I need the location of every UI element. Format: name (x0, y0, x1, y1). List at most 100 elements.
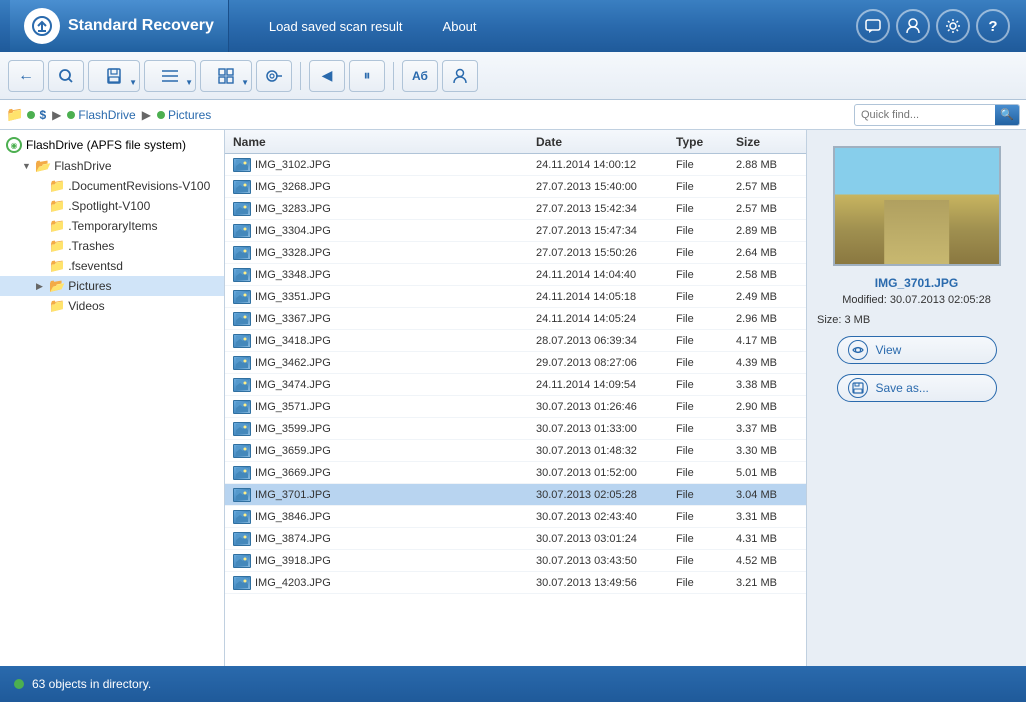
file-type: File (672, 159, 732, 171)
file-size: 2.49 MB (732, 291, 802, 303)
font-button[interactable]: Аб (402, 60, 438, 92)
file-thumbnail (233, 510, 251, 524)
table-row[interactable]: IMG_3474.JPG 24.11.2014 14:09:54 File 3.… (225, 374, 806, 396)
file-thumbnail (233, 312, 251, 326)
person-button[interactable] (442, 60, 478, 92)
tree-item-trashes[interactable]: 📁 .Trashes (0, 236, 224, 256)
table-row[interactable]: IMG_3669.JPG 30.07.2013 01:52:00 File 5.… (225, 462, 806, 484)
header-icons: ? (856, 9, 1016, 43)
file-date: 30.07.2013 13:49:56 (532, 577, 672, 589)
preview-image (833, 146, 1001, 266)
file-type: File (672, 181, 732, 193)
tree-expand-icon: ▶ (36, 281, 46, 292)
user-button[interactable] (896, 9, 930, 43)
list-dropdown-arrow: ▼ (185, 78, 193, 87)
tree-item-pictures[interactable]: ▶ 📂 Pictures (0, 276, 224, 296)
table-row[interactable]: IMG_3462.JPG 29.07.2013 08:27:06 File 4.… (225, 352, 806, 374)
file-name: IMG_3348.JPG (255, 269, 331, 281)
file-type: File (672, 357, 732, 369)
file-size: 2.57 MB (732, 181, 802, 193)
load-scan-link[interactable]: Load saved scan result (249, 0, 423, 52)
file-type: File (672, 225, 732, 237)
file-date: 24.11.2014 14:00:12 (532, 159, 672, 171)
message-button[interactable] (856, 9, 890, 43)
table-row[interactable]: IMG_3846.JPG 30.07.2013 02:43:40 File 3.… (225, 506, 806, 528)
table-row[interactable]: IMG_3102.JPG 24.11.2014 14:00:12 File 2.… (225, 154, 806, 176)
grid-view-button[interactable]: ▼ (200, 60, 252, 92)
table-row[interactable]: IMG_3304.JPG 27.07.2013 15:47:34 File 2.… (225, 220, 806, 242)
breadcrumb-flashdrive[interactable]: FlashDrive (67, 108, 135, 122)
col-header-name: Name (229, 135, 532, 149)
breadcrumb-bar: 📁 $ ▶ FlashDrive ▶ Pictures 🔍 (0, 100, 1026, 130)
prev-button[interactable]: ◀ (309, 60, 345, 92)
save-button[interactable]: ▼ (88, 60, 140, 92)
tree-root-item[interactable]: ◉ FlashDrive (APFS file system) (0, 134, 224, 156)
back-icon: ← (18, 67, 34, 85)
table-row[interactable]: IMG_3348.JPG 24.11.2014 14:04:40 File 2.… (225, 264, 806, 286)
tree-root-label: FlashDrive (APFS file system) (26, 138, 186, 152)
folder-icon: 📂 (49, 278, 65, 294)
file-type: File (672, 533, 732, 545)
help-button[interactable]: ? (976, 9, 1010, 43)
folder-icon: 📁 (49, 218, 65, 234)
table-row[interactable]: IMG_3701.JPG 30.07.2013 02:05:28 File 3.… (225, 484, 806, 506)
table-row[interactable]: IMG_3367.JPG 24.11.2014 14:05:24 File 2.… (225, 308, 806, 330)
file-type: File (672, 401, 732, 413)
settings-button[interactable] (936, 9, 970, 43)
table-row[interactable]: IMG_3418.JPG 28.07.2013 06:39:34 File 4.… (225, 330, 806, 352)
table-row[interactable]: IMG_3351.JPG 24.11.2014 14:05:18 File 2.… (225, 286, 806, 308)
file-thumbnail (233, 488, 251, 502)
file-date: 30.07.2013 03:01:24 (532, 533, 672, 545)
file-type: File (672, 445, 732, 457)
tree-item-fseventsd[interactable]: 📁 .fseventsd (0, 256, 224, 276)
file-date: 30.07.2013 02:05:28 (532, 489, 672, 501)
file-type: File (672, 291, 732, 303)
about-link[interactable]: About (423, 0, 497, 52)
file-size: 3.30 MB (732, 445, 802, 457)
table-row[interactable]: IMG_3659.JPG 30.07.2013 01:48:32 File 3.… (225, 440, 806, 462)
scan-button[interactable] (256, 60, 292, 92)
folder-icon: 📁 (49, 198, 65, 214)
toolbar-separator-2 (393, 62, 394, 90)
tree-folder-flashdrive[interactable]: ▼ 📂 FlashDrive (0, 156, 224, 176)
breadcrumb-pictures[interactable]: Pictures (157, 108, 211, 122)
file-type: File (672, 379, 732, 391)
file-name: IMG_3351.JPG (255, 291, 331, 303)
file-thumbnail (233, 466, 251, 480)
tree-item-spotlight[interactable]: 📁 .Spotlight-V100 (0, 196, 224, 216)
file-size: 2.64 MB (732, 247, 802, 259)
tree-item-docrevisions[interactable]: 📁 .DocumentRevisions-V100 (0, 176, 224, 196)
table-row[interactable]: IMG_4203.JPG 30.07.2013 13:49:56 File 3.… (225, 572, 806, 594)
file-thumbnail (233, 444, 251, 458)
table-row[interactable]: IMG_3918.JPG 30.07.2013 03:43:50 File 4.… (225, 550, 806, 572)
table-row[interactable]: IMG_3283.JPG 27.07.2013 15:42:34 File 2.… (225, 198, 806, 220)
file-date: 30.07.2013 01:52:00 (532, 467, 672, 479)
pause-button[interactable]: ⏸ (349, 60, 385, 92)
list-view-button[interactable]: ▼ (144, 60, 196, 92)
tree-item-tempitems[interactable]: 📁 .TemporaryItems (0, 216, 224, 236)
search-submit-button[interactable]: 🔍 (995, 104, 1019, 126)
toolbar: ← ▼ ▼ ▼ ◀ ⏸ Аб (0, 52, 1026, 100)
search-button[interactable] (48, 60, 84, 92)
tree-item-videos[interactable]: 📁 Videos (0, 296, 224, 316)
file-name: IMG_3474.JPG (255, 379, 331, 391)
table-row[interactable]: IMG_3874.JPG 30.07.2013 03:01:24 File 4.… (225, 528, 806, 550)
nav-links: Load saved scan result About (229, 0, 856, 52)
table-row[interactable]: IMG_3571.JPG 30.07.2013 01:26:46 File 2.… (225, 396, 806, 418)
file-thumbnail (233, 224, 251, 238)
back-button[interactable]: ← (8, 60, 44, 92)
folder-icon: 📁 (49, 238, 65, 254)
view-button[interactable]: View (837, 336, 997, 364)
table-row[interactable]: IMG_3599.JPG 30.07.2013 01:33:00 File 3.… (225, 418, 806, 440)
font-icon: Аб (412, 69, 428, 83)
tree-item-label: .Trashes (68, 239, 114, 253)
file-name: IMG_4203.JPG (255, 577, 331, 589)
folder-icon: 📁 (49, 258, 65, 274)
file-panel: Name Date Type Size IMG_3102.JPG 24.11.2… (225, 130, 806, 666)
file-type: File (672, 511, 732, 523)
file-name: IMG_3701.JPG (255, 489, 331, 501)
table-row[interactable]: IMG_3268.JPG 27.07.2013 15:40:00 File 2.… (225, 176, 806, 198)
table-row[interactable]: IMG_3328.JPG 27.07.2013 15:50:26 File 2.… (225, 242, 806, 264)
save-as-button[interactable]: Save as... (837, 374, 997, 402)
search-input[interactable] (855, 109, 995, 121)
